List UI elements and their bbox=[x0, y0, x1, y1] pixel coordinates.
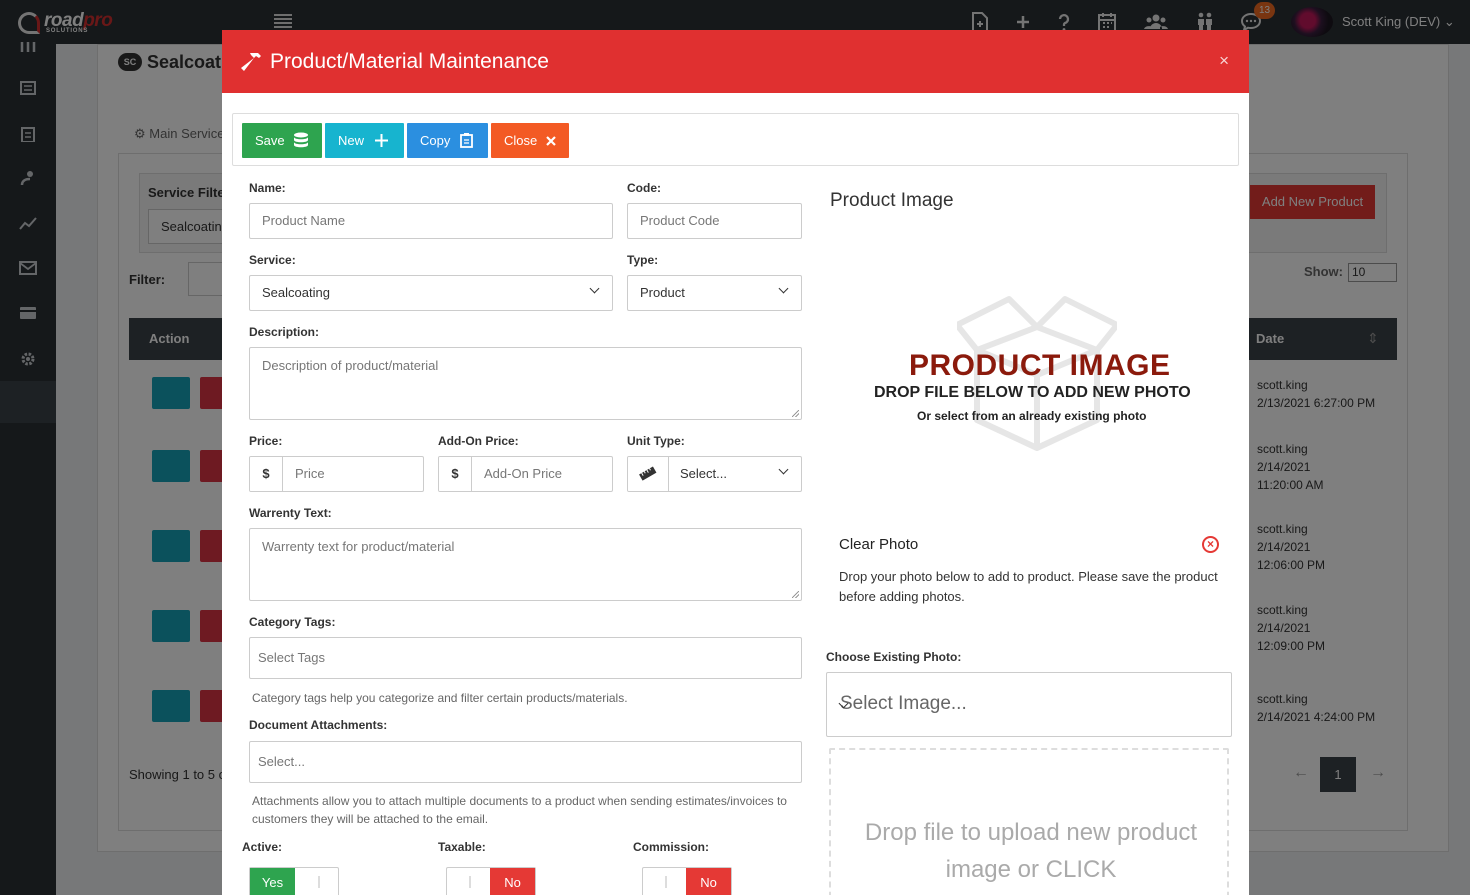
choose-existing-photo-label: Choose Existing Photo: bbox=[826, 650, 962, 664]
close-icon bbox=[546, 136, 556, 146]
unit-type-label: Unit Type: bbox=[627, 434, 685, 448]
product-material-modal: Product/Material Maintenance × Save New … bbox=[222, 30, 1249, 895]
modal-close-x[interactable]: × bbox=[1219, 51, 1229, 71]
price-input-group[interactable]: $ Price bbox=[249, 456, 424, 492]
modal-title: Product/Material Maintenance bbox=[270, 50, 549, 73]
close-button[interactable]: Close bbox=[491, 123, 569, 158]
doc-attachments-help: Attachments allow you to attach multiple… bbox=[252, 794, 787, 826]
doc-attachments-placeholder: Select... bbox=[258, 754, 305, 769]
taxable-toggle-no: No bbox=[490, 868, 535, 895]
active-toggle[interactable]: Yes bbox=[249, 867, 339, 895]
category-tags-help: Category tags help you categorize and fi… bbox=[252, 691, 628, 705]
description-label: Description: bbox=[249, 325, 320, 339]
commission-label: Commission: bbox=[633, 840, 710, 854]
addon-price-label: Add-On Price: bbox=[438, 434, 519, 448]
save-label: Save bbox=[255, 133, 285, 148]
photo-dropzone[interactable]: Drop file to upload new product image or… bbox=[829, 748, 1229, 895]
price-placeholder: Price bbox=[295, 466, 325, 481]
active-toggle-yes: Yes bbox=[250, 868, 295, 895]
hammer-icon bbox=[241, 53, 261, 71]
category-tags-placeholder: Select Tags bbox=[258, 650, 325, 665]
resize-grip-icon[interactable] bbox=[792, 410, 799, 417]
warranty-placeholder: Warrenty text for product/material bbox=[262, 539, 455, 554]
category-tags-label: Category Tags: bbox=[249, 615, 336, 629]
product-image-placeholder-hint: Or select from an already existing photo bbox=[917, 409, 1147, 423]
type-select-value: Product bbox=[640, 285, 685, 300]
modal-header: Product/Material Maintenance × bbox=[222, 30, 1249, 93]
new-button[interactable]: New bbox=[325, 123, 404, 158]
addon-price-input-group[interactable]: $ Add-On Price bbox=[438, 456, 613, 492]
resize-grip-icon[interactable] bbox=[792, 591, 799, 598]
product-code-input[interactable]: Product Code bbox=[627, 203, 802, 239]
product-name-input[interactable]: Product Name bbox=[249, 203, 613, 239]
description-textarea[interactable]: Description of product/material bbox=[249, 347, 802, 420]
service-select[interactable]: Sealcoating bbox=[249, 275, 613, 311]
clear-photo-description: Drop your photo below to add to product.… bbox=[839, 569, 1218, 604]
service-label: Service: bbox=[249, 253, 296, 267]
copy-button[interactable]: Copy bbox=[407, 123, 488, 158]
warranty-textarea[interactable]: Warrenty text for product/material bbox=[249, 528, 802, 601]
chevron-down-icon bbox=[589, 283, 600, 294]
clipboard-copy-icon bbox=[460, 133, 473, 148]
doc-attachments-select[interactable]: Select... bbox=[249, 741, 802, 783]
modal-toolbar: Save New Copy Close bbox=[232, 113, 1239, 166]
product-image-placeholder-subtitle: DROP FILE BELOW TO ADD NEW PHOTO bbox=[874, 384, 1191, 401]
product-name-placeholder: Product Name bbox=[262, 213, 346, 228]
type-label: Type: bbox=[627, 253, 659, 267]
toggle-handle bbox=[665, 876, 667, 888]
dollar-icon: $ bbox=[250, 457, 283, 491]
chevron-down-icon bbox=[778, 283, 789, 294]
category-tags-input[interactable]: Select Tags bbox=[249, 637, 802, 679]
save-button[interactable]: Save bbox=[242, 123, 322, 158]
active-label: Active: bbox=[242, 840, 283, 854]
plus-icon bbox=[375, 134, 388, 147]
price-label: Price: bbox=[249, 434, 283, 448]
description-placeholder: Description of product/material bbox=[262, 358, 439, 373]
dollar-icon: $ bbox=[439, 457, 472, 491]
service-select-value: Sealcoating bbox=[262, 285, 330, 300]
clear-photo-title: Clear Photo bbox=[839, 536, 919, 553]
commission-toggle[interactable]: No bbox=[642, 867, 732, 895]
new-label: New bbox=[338, 133, 365, 148]
select-image-placeholder: Select Image... bbox=[840, 693, 967, 714]
toggle-handle bbox=[469, 876, 471, 888]
type-select[interactable]: Product bbox=[627, 275, 802, 311]
doc-attachments-label: Document Attachments: bbox=[249, 718, 388, 732]
ruler-icon bbox=[628, 457, 669, 491]
toggle-handle bbox=[318, 876, 320, 888]
commission-toggle-no: No bbox=[686, 868, 731, 895]
product-image-title: Product Image bbox=[830, 190, 954, 211]
database-icon bbox=[294, 132, 308, 148]
name-label: Name: bbox=[249, 181, 286, 195]
unit-type-value: Select... bbox=[680, 466, 727, 481]
copy-label: Copy bbox=[420, 133, 451, 148]
warranty-label: Warrenty Text: bbox=[249, 506, 332, 520]
product-code-placeholder: Product Code bbox=[640, 213, 720, 228]
dropzone-text: Drop file to upload new product image or… bbox=[864, 819, 1198, 883]
close-label: Close bbox=[504, 133, 538, 148]
taxable-label: Taxable: bbox=[438, 840, 486, 854]
taxable-toggle[interactable]: No bbox=[446, 867, 536, 895]
unit-type-select[interactable]: Select... bbox=[627, 456, 802, 492]
addon-price-placeholder: Add-On Price bbox=[484, 466, 563, 481]
chevron-down-icon bbox=[778, 464, 789, 475]
clear-photo-x-icon[interactable]: × bbox=[1202, 536, 1219, 553]
select-image-dropdown[interactable]: Select Image... bbox=[826, 672, 1232, 737]
code-label: Code: bbox=[627, 181, 661, 195]
product-image-placeholder-title: PRODUCT IMAGE bbox=[909, 349, 1171, 382]
